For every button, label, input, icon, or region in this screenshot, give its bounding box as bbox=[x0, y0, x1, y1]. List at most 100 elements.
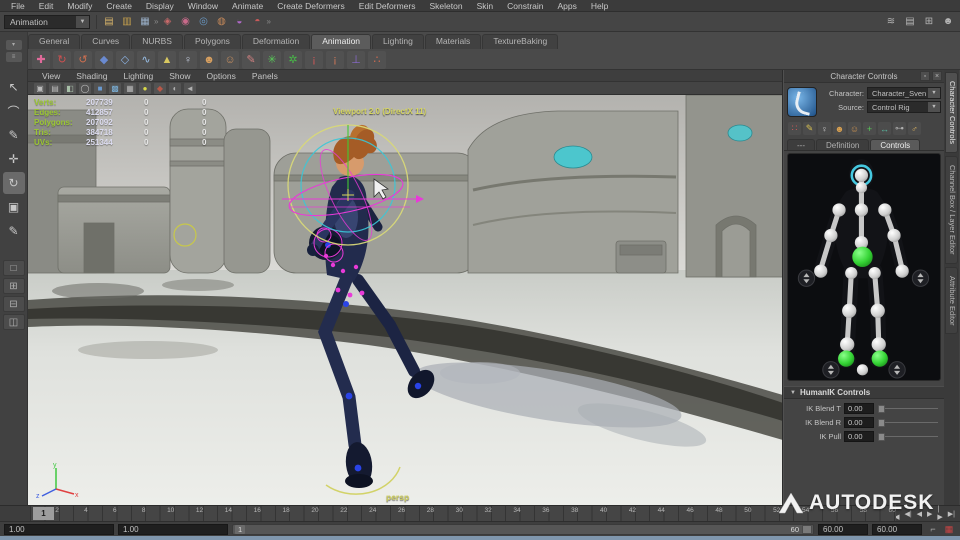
menu-item[interactable]: Animate bbox=[225, 1, 270, 11]
open-scene-icon[interactable]: ▥ bbox=[119, 14, 135, 30]
value-slider[interactable] bbox=[878, 431, 940, 442]
snap-plane-icon[interactable]: ◍ bbox=[213, 14, 229, 30]
menuset-selector[interactable]: Animation ▼ bbox=[4, 14, 90, 29]
select-addl-icon[interactable]: + bbox=[863, 122, 876, 135]
current-frame-marker[interactable]: 1 bbox=[33, 507, 54, 520]
render-view-icon[interactable]: ▤ bbox=[902, 14, 918, 30]
sidebar-tab[interactable]: Attribute Editor bbox=[945, 266, 958, 335]
sidebar-tab[interactable]: Channel Box / Layer Editor bbox=[945, 155, 958, 264]
character-tab[interactable]: Definition bbox=[816, 139, 870, 150]
shelf-tab-arrow[interactable]: ▾ bbox=[5, 40, 22, 50]
constraint-parent-icon[interactable]: ⊥ bbox=[347, 50, 365, 69]
viewport-menu-item[interactable]: View bbox=[34, 71, 68, 81]
character-a-icon[interactable]: ☻ bbox=[200, 50, 218, 69]
rotate-tool-icon[interactable]: ↻ bbox=[2, 172, 25, 194]
vp-wireframe-icon[interactable]: ◯ bbox=[79, 82, 91, 94]
menu-item[interactable]: Create Deformers bbox=[270, 1, 352, 11]
layout-four-icon[interactable]: ⊞ bbox=[2, 278, 25, 294]
shelf-tab[interactable]: Deformation bbox=[241, 34, 311, 49]
animation-end-field[interactable]: 60.00 bbox=[818, 523, 868, 535]
paint-select-tool-icon[interactable]: ✎ bbox=[3, 124, 25, 146]
viewport-menu-item[interactable]: Show bbox=[161, 71, 198, 81]
scale-tool-icon[interactable]: ▣ bbox=[3, 196, 25, 218]
value-field[interactable]: 0.00 bbox=[844, 403, 874, 414]
menu-item[interactable]: Modify bbox=[60, 1, 99, 11]
range-start-handle[interactable]: 1 bbox=[235, 524, 246, 534]
snap-grid-icon[interactable]: ◈ bbox=[159, 14, 175, 30]
playback-end-field[interactable]: 60.00 bbox=[872, 523, 922, 535]
body-part-alt-icon[interactable]: ☺ bbox=[848, 122, 861, 135]
snap-curve-icon[interactable]: ◉ bbox=[177, 14, 193, 30]
layout-split-icon[interactable]: ⊟ bbox=[2, 296, 25, 312]
viewport-menu-item[interactable]: Lighting bbox=[115, 71, 161, 81]
auto-key-icon[interactable]: ▦ bbox=[942, 523, 956, 535]
vp-shaded-icon[interactable]: ■ bbox=[94, 82, 106, 94]
menu-item[interactable]: Skin bbox=[470, 1, 501, 11]
constraint-scale-icon[interactable]: ¡ bbox=[326, 50, 344, 69]
constraint-geo-icon[interactable]: ∴ bbox=[368, 50, 386, 69]
shelf-menu[interactable]: ≡ bbox=[5, 52, 22, 62]
constraint-point-icon[interactable]: ✳ bbox=[263, 50, 281, 69]
vp-camera-icon[interactable]: ▣ bbox=[34, 82, 46, 94]
menu-item[interactable]: Apps bbox=[551, 1, 584, 11]
move-tool-icon[interactable]: ✛ bbox=[3, 148, 25, 170]
new-scene-icon[interactable]: ▤ bbox=[101, 14, 117, 30]
menu-item[interactable]: Display bbox=[139, 1, 181, 11]
shelf-tab[interactable]: Polygons bbox=[183, 34, 241, 49]
full-body-icon[interactable]: ♂ bbox=[908, 122, 921, 135]
insert-joint-icon[interactable]: ◇ bbox=[116, 50, 134, 69]
animation-start-field[interactable]: 1.00 bbox=[118, 523, 228, 535]
collapse-arrow-icon[interactable]: » bbox=[265, 17, 271, 26]
close-window-icon[interactable]: × bbox=[932, 71, 942, 81]
humanik-character-view[interactable] bbox=[787, 153, 941, 381]
save-scene-icon[interactable]: ▦ bbox=[137, 14, 153, 30]
viewport-menu-item[interactable]: Panels bbox=[244, 71, 286, 81]
float-window-icon[interactable]: ▫ bbox=[920, 71, 930, 81]
viewport-canvas[interactable]: Verts: 207739 0 0 Edges: 412857 0 0 Poly… bbox=[28, 95, 782, 505]
value-slider[interactable] bbox=[878, 403, 940, 414]
vp-grid-icon[interactable]: ◧ bbox=[64, 82, 76, 94]
constraint-orient-icon[interactable]: ¡ bbox=[305, 50, 323, 69]
rotate-buttons[interactable] bbox=[797, 269, 930, 379]
selection-mask-icon[interactable]: ⊞ bbox=[921, 14, 937, 30]
menu-item[interactable]: File bbox=[4, 1, 32, 11]
sidebar-tab[interactable]: Character Controls bbox=[945, 72, 958, 153]
character-set-icon[interactable]: ☻ bbox=[940, 14, 956, 30]
character-tab[interactable]: Controls bbox=[870, 139, 921, 150]
pin-icon[interactable]: ⊶ bbox=[893, 122, 906, 135]
select-tool-icon[interactable]: ↖ bbox=[3, 76, 25, 98]
step-fwd-key-button[interactable]: |▶ bbox=[935, 505, 944, 522]
graph-editor-icon[interactable]: ≋ bbox=[883, 14, 899, 30]
skeleton-icon[interactable]: ♀ bbox=[179, 50, 197, 69]
mirror-joint-icon[interactable]: ∿ bbox=[137, 50, 155, 69]
character-select[interactable]: Character_Sven ▼ bbox=[867, 87, 941, 99]
value-slider[interactable] bbox=[878, 417, 940, 428]
keying-group-icon[interactable]: ∷ bbox=[788, 122, 801, 135]
menu-item[interactable]: Window bbox=[181, 1, 225, 11]
range-end-handle[interactable] bbox=[802, 524, 812, 534]
shelf-tab[interactable]: Materials bbox=[424, 34, 482, 49]
orient-joint-icon[interactable]: ▲ bbox=[158, 50, 176, 69]
character-tab[interactable]: --- bbox=[787, 139, 815, 150]
menu-item[interactable]: Help bbox=[584, 1, 615, 11]
playback-start-field[interactable]: 1.00 bbox=[4, 523, 114, 535]
body-part-icon[interactable]: ☻ bbox=[833, 122, 846, 135]
source-select[interactable]: Control Rig ▼ bbox=[867, 101, 941, 113]
vp-checker-icon[interactable]: ▦ bbox=[124, 82, 136, 94]
mirror-pose-icon[interactable]: ↔ bbox=[878, 122, 891, 135]
layout-single-icon[interactable]: □ bbox=[2, 260, 25, 276]
no-keys-icon[interactable]: ⌐ bbox=[926, 523, 940, 535]
snap-point-icon[interactable]: ◎ bbox=[195, 14, 211, 30]
vp-isolate-icon[interactable]: ◄ bbox=[184, 82, 196, 94]
snap-live-icon[interactable]: ◓ bbox=[249, 14, 265, 30]
layout-outliner-icon[interactable]: ◫ bbox=[2, 314, 25, 330]
pencil-edit-icon[interactable]: ✎ bbox=[803, 122, 816, 135]
last-tool-icon[interactable]: ✎ bbox=[3, 220, 25, 242]
menu-item[interactable]: Create bbox=[99, 1, 139, 11]
viewport-menu-item[interactable]: Options bbox=[199, 71, 244, 81]
value-field[interactable]: 0.00 bbox=[844, 431, 874, 442]
ik-spline-icon[interactable]: ↺ bbox=[74, 50, 92, 69]
shelf-tab[interactable]: Animation bbox=[311, 34, 372, 49]
shelf-tab[interactable]: NURBS bbox=[131, 34, 183, 49]
set-key-icon[interactable]: ✚ bbox=[32, 50, 50, 69]
